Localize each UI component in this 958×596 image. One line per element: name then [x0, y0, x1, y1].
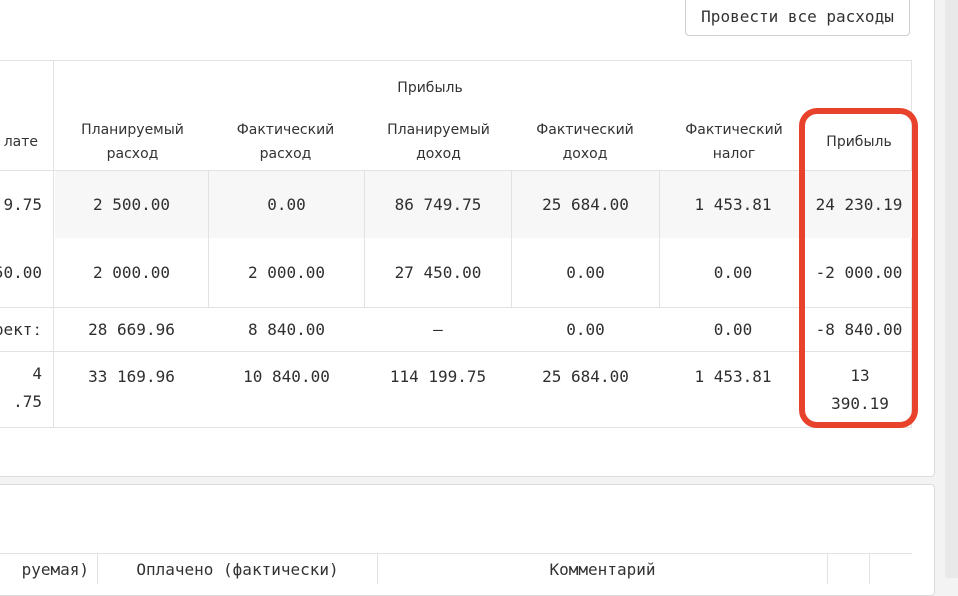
table-cell: 33 169.96 — [88, 366, 175, 386]
header-actual-tax: Фактический налог — [685, 122, 783, 162]
header-planned: руемая) — [0, 554, 98, 584]
header-actual-income: Фактический доход — [536, 122, 634, 162]
table-cell: 2 500.00 — [92, 194, 171, 214]
divider — [0, 351, 912, 352]
table-cell: 0.00 — [267, 194, 306, 214]
table-cell: – — [433, 320, 443, 339]
header-action — [828, 554, 870, 584]
table-cell: 114 199.75 — [389, 366, 487, 386]
table-cell: 86 749.75 — [394, 194, 482, 214]
left-column-header: лате — [3, 134, 38, 150]
table-cell: ректː — [0, 320, 42, 339]
header-actual-expense: Фактический расход — [236, 122, 335, 162]
header-comment: Комментарий — [378, 554, 828, 584]
table-cell: 50.00 — [0, 263, 42, 282]
table-cell: 1 453.81 — [694, 194, 772, 214]
table-cell: 2 000.00 — [92, 263, 171, 282]
header-planned-income: Планируемый доход — [387, 122, 490, 162]
table-cell: 27 450.00 — [394, 263, 482, 282]
table-cell: 0.00 — [566, 263, 605, 282]
table-cell: 8 840.00 — [247, 320, 326, 339]
payments-table-header: руемая) Оплачено (фактически) Комментари… — [0, 553, 912, 584]
table-cell: 10 840.00 — [243, 366, 330, 386]
table-cell: 25 684.00 — [542, 366, 629, 386]
profit-column-highlight — [799, 108, 918, 428]
table-cell: 2 000.00 — [247, 263, 326, 282]
header-action — [870, 554, 912, 584]
header-planned-expense: Планируемый расход — [81, 122, 184, 162]
table-cell: 9.75 — [3, 194, 42, 214]
post-all-expenses-button[interactable]: Провести все расходы — [685, 0, 910, 36]
table-cell: 25 684.00 — [542, 194, 629, 214]
header-paid-actual: Оплачено (фактически) — [98, 554, 378, 584]
page-scrollbar[interactable] — [945, 0, 958, 578]
table-cell: 28 669.96 — [88, 320, 175, 339]
table-cell: 0.00 — [566, 320, 605, 339]
table-cell: 1 453.81 — [694, 366, 772, 386]
table-cell: 0.00 — [713, 320, 753, 339]
divider — [53, 60, 54, 428]
table-cell: 4 .75 — [13, 364, 42, 411]
profit-group-header: Прибыль — [397, 80, 463, 96]
table-cell: 0.00 — [713, 263, 753, 282]
